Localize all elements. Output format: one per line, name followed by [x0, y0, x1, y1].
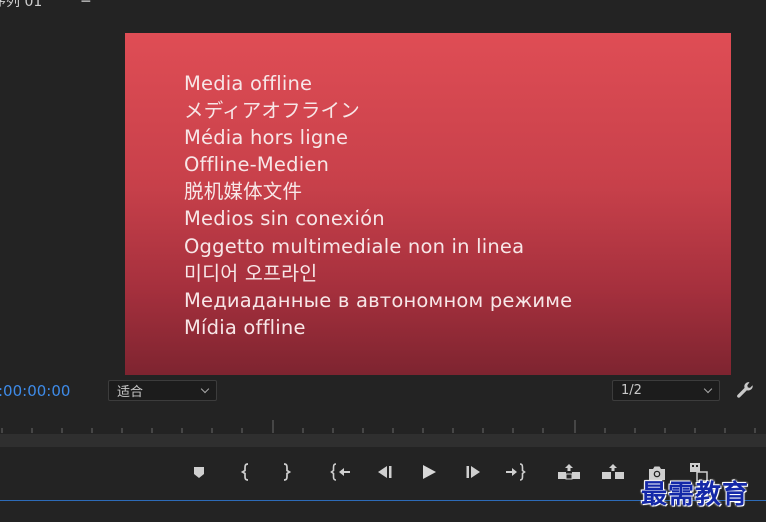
playhead-track[interactable]	[0, 434, 766, 447]
zoom-fit-value: 适合	[117, 385, 144, 400]
zoom-fit-dropdown[interactable]: 适合	[108, 380, 217, 401]
chevron-down-icon	[703, 384, 713, 394]
offline-line: Oggetto multimediale non in linea	[184, 234, 525, 258]
offline-line: Média hors ligne	[184, 126, 349, 150]
offline-line: Медиаданные в автономном режиме	[184, 288, 573, 312]
step-back-icon[interactable]	[372, 460, 398, 484]
sequence-tab-title[interactable]: 序列 01	[0, 0, 42, 11]
offline-line: Offline-Medien	[184, 153, 330, 177]
playback-resolution-dropdown[interactable]: 1/2	[612, 380, 720, 401]
extract-icon[interactable]	[600, 460, 626, 484]
playhead-timecode[interactable]: :00:00:00	[0, 382, 70, 400]
time-ruler[interactable]	[0, 418, 766, 434]
chevron-down-icon	[200, 384, 210, 394]
mark-out-icon[interactable]	[273, 460, 299, 484]
offline-line: Media offline	[184, 72, 313, 95]
panel-menu-icon[interactable]: ≡	[80, 0, 92, 7]
offline-line: 미디어 오프라인	[184, 261, 318, 285]
offline-line: Medios sin conexión	[184, 207, 385, 231]
step-forward-icon[interactable]	[460, 460, 486, 484]
media-offline-message: Media offline メディアオフライン Média hors ligne…	[184, 70, 572, 341]
lift-icon[interactable]	[556, 460, 582, 484]
add-marker-icon[interactable]	[186, 460, 212, 484]
wrench-icon[interactable]	[735, 380, 755, 400]
offline-line: 脱机媒体文件	[184, 180, 303, 204]
mark-in-icon[interactable]	[233, 460, 259, 484]
playback-resolution-value: 1/2	[621, 383, 642, 398]
go-to-in-icon[interactable]	[328, 460, 354, 484]
watermark-logo: 最需教育	[641, 480, 750, 510]
offline-line: Mídia offline	[184, 315, 306, 339]
offline-line: メディアオフライン	[184, 99, 360, 123]
play-icon[interactable]	[416, 460, 442, 484]
program-monitor-viewer: Media offline メディアオフライン Média hors ligne…	[125, 33, 731, 375]
go-to-out-icon[interactable]	[502, 460, 528, 484]
